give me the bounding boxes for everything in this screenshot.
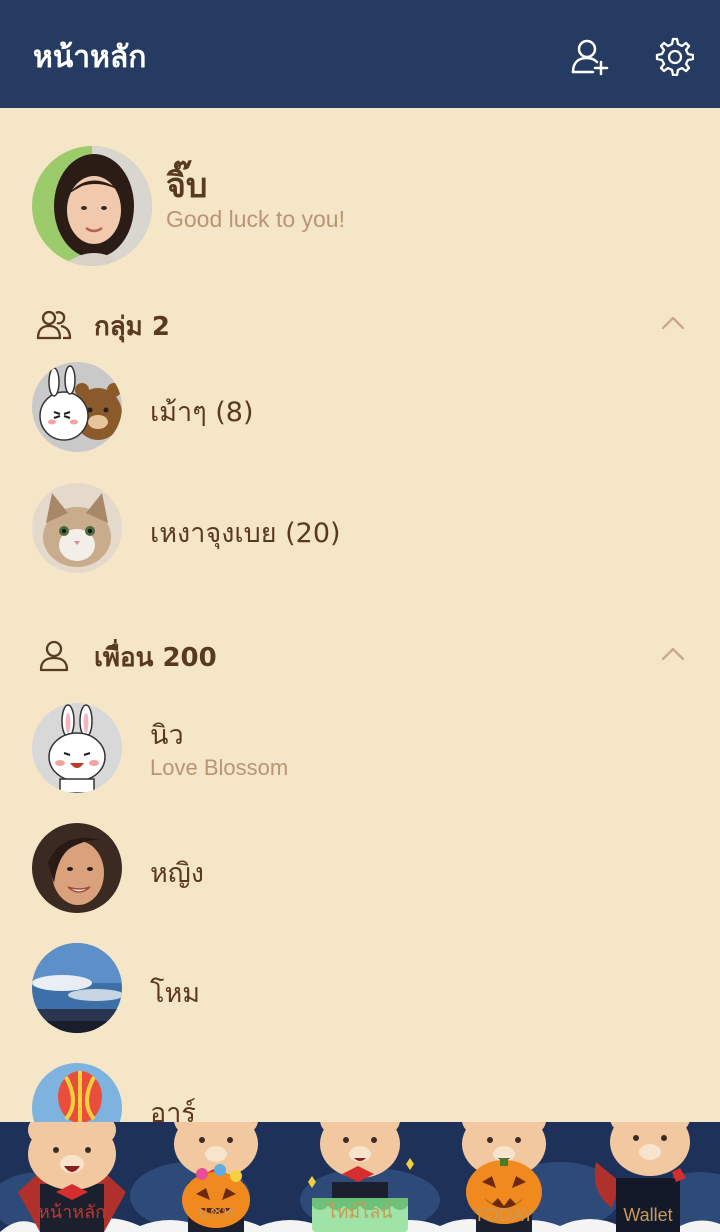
friend-row[interactable]: นิว Love Blossom: [32, 703, 682, 795]
group-avatar: [32, 362, 122, 452]
tab-chat[interactable]: แชท: [144, 1122, 288, 1232]
group-row[interactable]: เม้าๆ (8): [32, 362, 682, 454]
tab-label: ไทม์ไลน์: [327, 1202, 393, 1222]
friend-avatar: [32, 703, 122, 793]
app-header: หน้าหลัก: [0, 0, 720, 108]
profile-status: Good luck to you!: [166, 206, 345, 232]
gear-icon: [655, 37, 694, 76]
tab-wallet[interactable]: Wallet: [576, 1122, 720, 1232]
chevron-up-icon: [660, 310, 686, 336]
tab-label: TODAY: [473, 1205, 535, 1225]
group-row[interactable]: เหงาจุงเบย (20): [32, 483, 682, 575]
add-friend-button[interactable]: [569, 36, 609, 76]
settings-button[interactable]: [654, 36, 694, 76]
groups-section-header[interactable]: กลุ่ม 2: [36, 304, 686, 344]
friend-row[interactable]: หญิง: [32, 823, 682, 915]
friend-avatar: [32, 823, 122, 913]
groups-section-label: กลุ่ม 2: [94, 312, 170, 342]
friend-avatar: [32, 943, 122, 1033]
tab-today[interactable]: TODAY: [432, 1122, 576, 1232]
group-avatar: [32, 483, 122, 573]
bottom-tab-bar: หน้าหลัก แชท ไทม์ไลน์ TODAY Wallet: [0, 1122, 720, 1232]
person-icon: [36, 637, 72, 673]
group-name: เหงาจุงเบย (20): [150, 518, 341, 549]
my-profile[interactable]: จิ๊บ Good luck to you!: [32, 146, 682, 266]
group-icon: [36, 306, 72, 342]
friend-row[interactable]: โหม: [32, 943, 682, 1035]
profile-avatar: [32, 146, 152, 266]
friends-section-label: เพื่อน 200: [94, 643, 217, 673]
friend-name: นิว: [150, 720, 184, 751]
friend-status: Love Blossom: [150, 755, 289, 780]
chevron-up-icon: [660, 641, 686, 667]
friends-section-header[interactable]: เพื่อน 200: [36, 635, 686, 675]
tab-timeline[interactable]: ไทม์ไลน์: [288, 1122, 432, 1232]
friend-name: โหม: [150, 978, 201, 1009]
friend-name: หญิง: [150, 858, 204, 889]
tab-label: หน้าหลัก: [37, 1202, 107, 1222]
profile-name: จิ๊บ: [166, 166, 208, 206]
group-name: เม้าๆ (8): [150, 397, 254, 428]
tab-label: แชท: [198, 1202, 234, 1222]
tab-label: Wallet: [623, 1205, 673, 1225]
add-friend-icon: [571, 39, 609, 76]
page-title: หน้าหลัก: [33, 40, 147, 75]
tab-home[interactable]: หน้าหลัก: [0, 1122, 144, 1232]
